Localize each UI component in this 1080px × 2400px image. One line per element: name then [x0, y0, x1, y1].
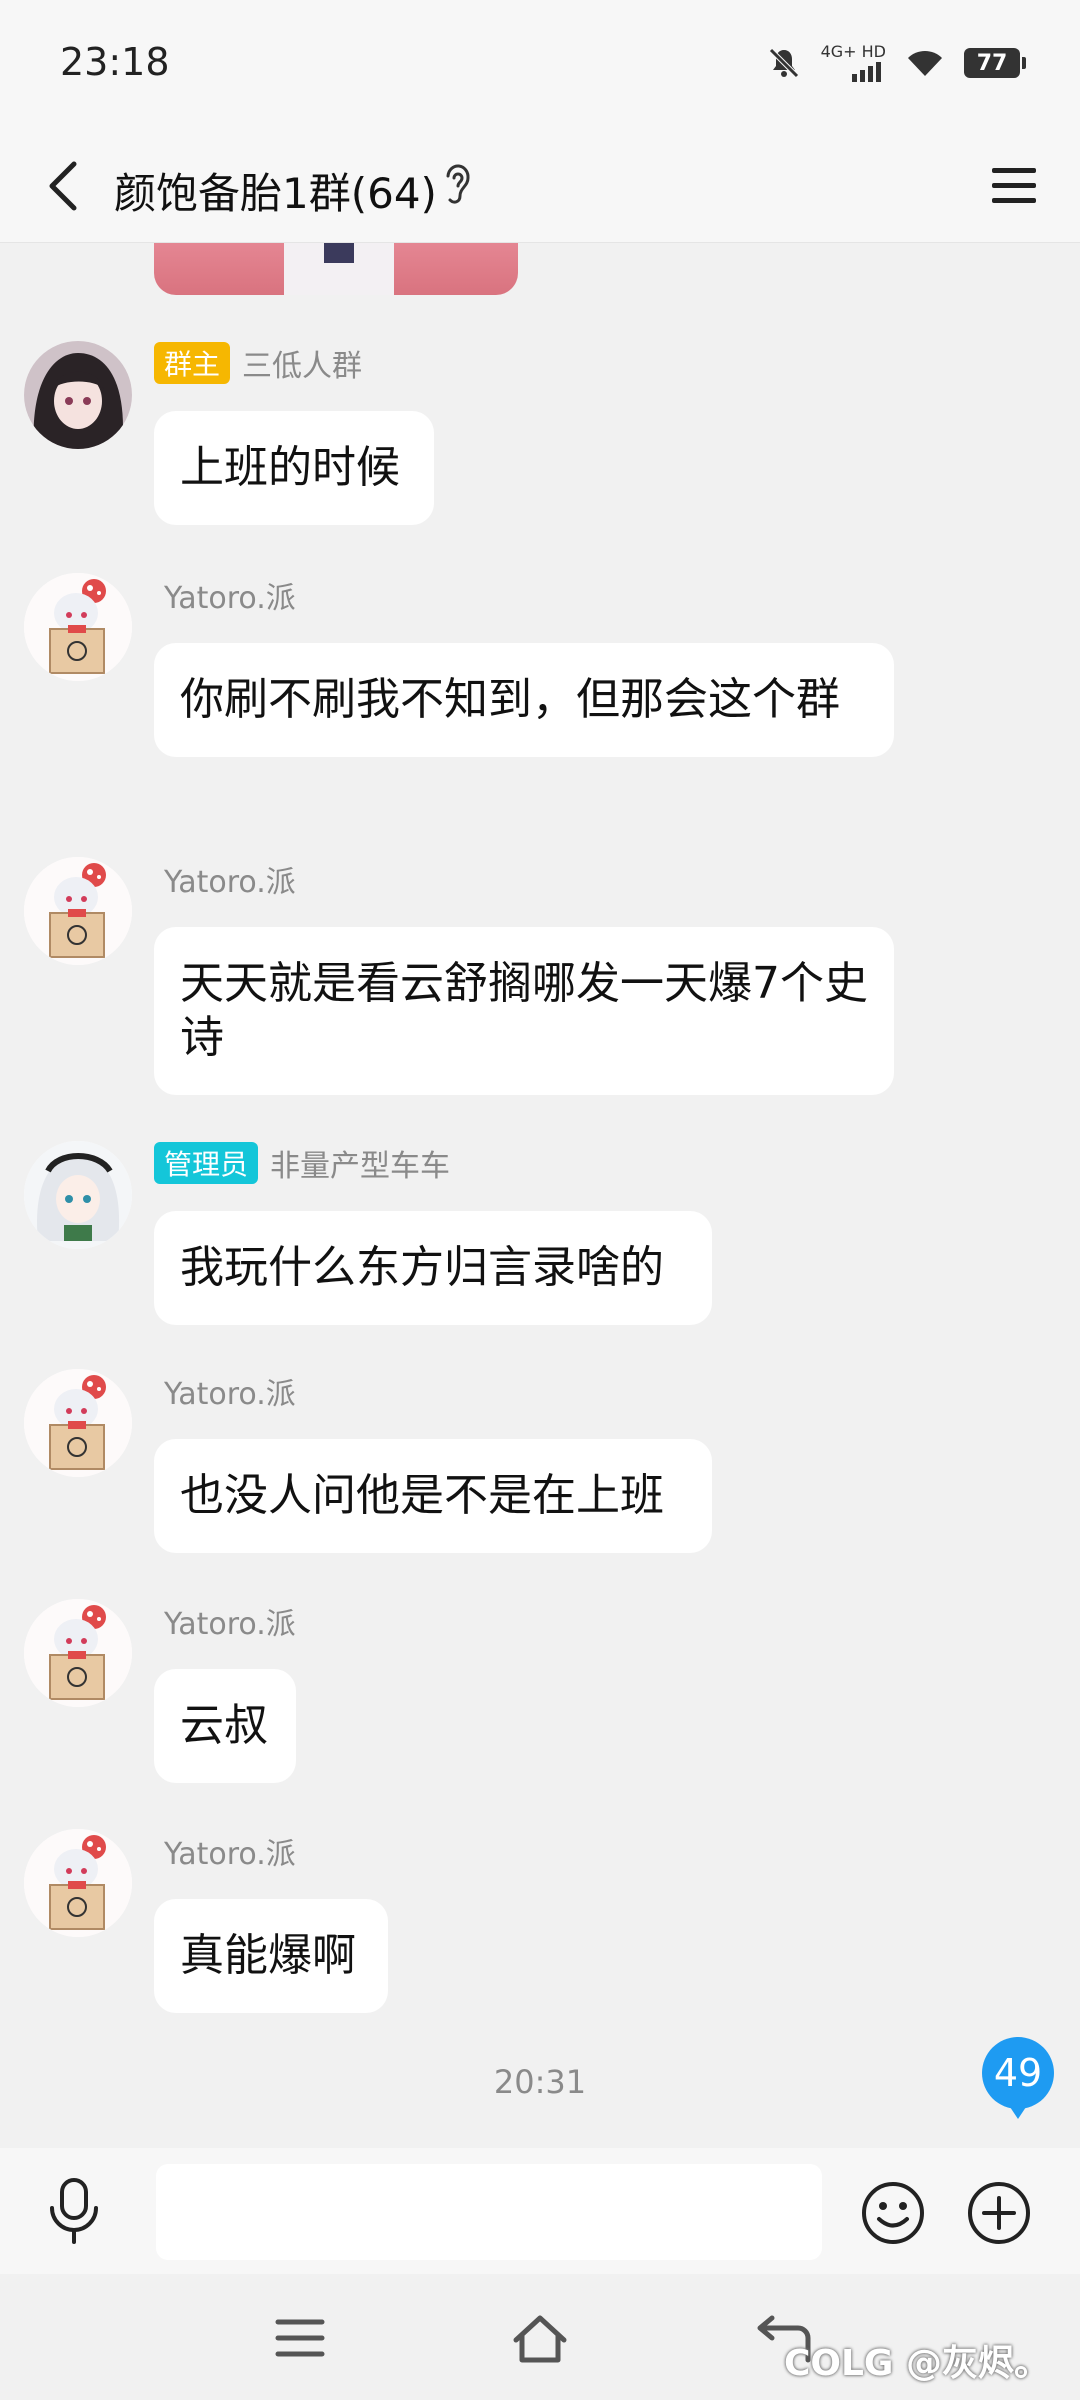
mute-bell-icon [768, 48, 799, 78]
message-item: Yatoro.派 你刷不刷我不知到，但那会这个群 [0, 573, 1080, 823]
wifi-icon [908, 50, 942, 76]
message-meta: Yatoro.派 [154, 1369, 296, 1413]
sender-name[interactable]: Yatoro.派 [164, 1369, 296, 1413]
admin-badge: 管理员 [154, 1142, 259, 1184]
sender-name[interactable]: 非量产型车车 [270, 1141, 450, 1185]
avatar-box-girl [24, 1829, 132, 1937]
message-bubble[interactable]: 天天就是看云舒搁哪发一天爆7个史诗 [154, 927, 894, 1095]
avatar-box-girl [24, 573, 132, 681]
message-item: 管理员 非量产型车车 我玩什么东方归言录啥的 [0, 1141, 1080, 1331]
message-meta: Yatoro.派 [154, 1599, 296, 1643]
image-detail-tie [324, 243, 354, 263]
message-item: Yatoro.派 也没人问他是不是在上班 [0, 1369, 1080, 1559]
message-meta: 管理员 非量产型车车 [154, 1141, 450, 1185]
avatar[interactable] [24, 1599, 132, 1707]
network-label: 4G+ HD [820, 42, 886, 61]
sender-name[interactable]: Yatoro.派 [164, 1599, 296, 1643]
battery-indicator: 77 [964, 48, 1026, 78]
message-meta: Yatoro.派 [154, 1829, 296, 1873]
status-bar: 23:18 4G+ HD 77 [0, 0, 1080, 130]
microphone-icon[interactable] [42, 2176, 106, 2246]
sender-name[interactable]: Yatoro.派 [164, 1829, 296, 1873]
recent-apps-icon[interactable] [270, 2310, 330, 2366]
avatar-box-girl [24, 1369, 132, 1477]
message-item: Yatoro.派 天天就是看云舒搁哪发一天爆7个史诗 [0, 857, 1080, 1107]
sender-name[interactable]: Yatoro.派 [164, 857, 296, 901]
sender-name[interactable]: Yatoro.派 [164, 573, 296, 617]
avatar[interactable] [24, 1829, 132, 1937]
message-bubble[interactable]: 云叔 [154, 1669, 296, 1783]
message-bubble[interactable]: 你刷不刷我不知到，但那会这个群 [154, 643, 894, 757]
signal-group: 4G+ HD [821, 44, 886, 82]
back-button[interactable] [34, 156, 94, 216]
status-icons: 4G+ HD 77 [767, 44, 1026, 82]
avatar[interactable] [24, 857, 132, 965]
chevron-left-icon [49, 161, 77, 211]
emoji-icon[interactable] [860, 2180, 926, 2246]
hamburger-icon [992, 168, 1036, 203]
message-item: Yatoro.派 云叔 [0, 1599, 1080, 1789]
avatar-dark-hair-girl [24, 341, 132, 449]
message-bubble[interactable]: 我玩什么东方归言录啥的 [154, 1211, 712, 1325]
watermark: COLG @灰烬。 [783, 2343, 1050, 2384]
avatar[interactable] [24, 341, 132, 449]
status-time: 23:18 [60, 40, 170, 84]
avatar[interactable] [24, 1141, 132, 1249]
plus-circle-icon[interactable] [966, 2180, 1032, 2246]
message-list[interactable]: 群主 三低人群 上班的时候 Yatoro.派 你刷不刷我不知到，但那会这个群 Y… [0, 243, 1080, 2148]
chat-header: 颜饱备胎1群(64) [0, 130, 1080, 243]
sender-name[interactable]: 三低人群 [242, 341, 362, 385]
unread-count-bubble[interactable]: 49 [982, 2037, 1054, 2119]
owner-badge: 群主 [154, 342, 231, 384]
image-message-fragment[interactable] [154, 243, 518, 295]
message-bubble[interactable]: 上班的时候 [154, 411, 434, 525]
avatar-silver-hair-girl [24, 1141, 132, 1249]
message-item: Yatoro.派 真能爆啊 [0, 1829, 1080, 2019]
message-meta: Yatoro.派 [154, 857, 296, 901]
time-separator: 20:31 [493, 2063, 587, 2101]
system-nav-bar: COLG @灰烬。 [0, 2274, 1080, 2400]
message-meta: Yatoro.派 [154, 573, 296, 617]
menu-button[interactable] [982, 154, 1046, 218]
signal-icon [852, 62, 881, 82]
avatar-box-girl [24, 1599, 132, 1707]
message-bubble[interactable]: 也没人问他是不是在上班 [154, 1439, 712, 1553]
chat-title[interactable]: 颜饱备胎1群(64) [114, 160, 437, 221]
avatar-box-girl [24, 857, 132, 965]
message-bubble[interactable]: 真能爆啊 [154, 1899, 388, 2013]
message-item: 群主 三低人群 上班的时候 [0, 341, 1080, 531]
message-meta: 群主 三低人群 [154, 341, 362, 385]
ear-icon[interactable] [440, 158, 476, 208]
input-bar [0, 2148, 1080, 2274]
avatar[interactable] [24, 1369, 132, 1477]
avatar[interactable] [24, 573, 132, 681]
message-input[interactable] [156, 2164, 822, 2260]
home-icon[interactable] [510, 2310, 570, 2366]
